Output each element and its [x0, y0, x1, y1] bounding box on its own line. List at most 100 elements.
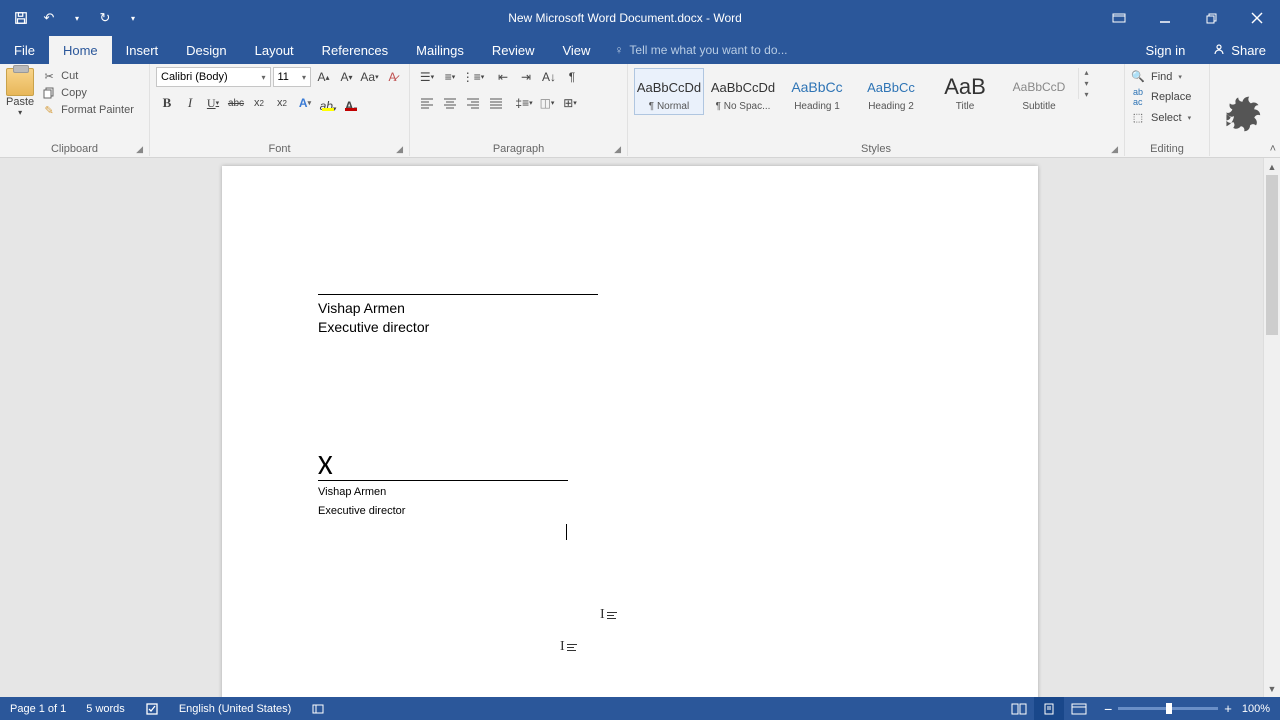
highlight-button[interactable]: ab▾ — [317, 92, 339, 114]
paste-button[interactable]: Paste▾ — [6, 68, 34, 117]
copy-button[interactable]: Copy — [42, 86, 134, 100]
style-normal[interactable]: AaBbCcDd¶ Normal — [634, 68, 704, 115]
styles-dialog-launcher[interactable]: ◢ — [1111, 144, 1118, 155]
strikethrough-button[interactable]: abc — [225, 92, 247, 114]
font-size-combo[interactable]: 11▾ — [273, 67, 312, 87]
tell-me-search[interactable]: ♀ Tell me what you want to do... — [604, 36, 1131, 64]
tab-layout[interactable]: Layout — [241, 36, 308, 64]
redo-icon[interactable]: ↻ — [94, 7, 116, 29]
tab-home[interactable]: Home — [49, 36, 112, 64]
undo-dropdown-icon[interactable]: ▾ — [66, 7, 88, 29]
format-painter-button[interactable]: ✎Format Painter — [42, 103, 134, 117]
select-button[interactable]: ⬚Select▾ — [1131, 111, 1191, 124]
cut-label: Cut — [61, 70, 78, 82]
ribbon-display-icon[interactable] — [1096, 0, 1142, 36]
save-icon[interactable] — [10, 7, 32, 29]
status-macro[interactable] — [301, 702, 335, 716]
close-button[interactable] — [1234, 0, 1280, 36]
tab-mailings[interactable]: Mailings — [402, 36, 478, 64]
paragraph-dialog-launcher[interactable]: ◢ — [614, 144, 621, 155]
justify-button[interactable] — [485, 92, 507, 114]
sig1-name: Vishap Armen — [318, 299, 942, 318]
style-heading1[interactable]: AaBbCcHeading 1 — [782, 68, 852, 115]
view-web-layout[interactable] — [1064, 697, 1094, 720]
shrink-font-button[interactable]: A▾ — [336, 66, 357, 88]
increase-indent-button[interactable]: ⇥ — [515, 66, 537, 88]
font-size-value: 11 — [278, 71, 289, 83]
select-label: Select — [1151, 112, 1182, 124]
cut-button[interactable]: ✂Cut — [42, 69, 134, 83]
vertical-scrollbar[interactable]: ▲ ▼ — [1263, 158, 1280, 697]
find-label: Find — [1151, 71, 1172, 83]
collapse-ribbon-button[interactable]: ˄ — [1270, 143, 1276, 155]
status-page[interactable]: Page 1 of 1 — [0, 703, 76, 715]
style-title[interactable]: AaBTitle — [930, 68, 1000, 115]
zoom-in-button[interactable]: + — [1224, 701, 1232, 716]
tab-insert[interactable]: Insert — [112, 36, 173, 64]
document-area[interactable]: Vishap Armen Executive director X Vishap… — [0, 158, 1263, 697]
scroll-down-button[interactable]: ▼ — [1264, 680, 1280, 697]
share-button[interactable]: Share — [1199, 43, 1280, 58]
status-language[interactable]: English (United States) — [169, 703, 302, 715]
style-heading2[interactable]: AaBbCcHeading 2 — [856, 68, 926, 115]
align-left-button[interactable] — [416, 92, 438, 114]
show-marks-button[interactable]: ¶ — [561, 66, 583, 88]
signature-block-1: Vishap Armen Executive director — [318, 294, 942, 337]
zoom-controls: − + 100% — [1094, 701, 1280, 717]
line-spacing-button[interactable]: ‡≡▾ — [513, 92, 535, 114]
change-case-button[interactable]: Aa▾ — [359, 66, 380, 88]
numbering-button[interactable]: ≡▾ — [439, 66, 461, 88]
maximize-button[interactable] — [1188, 0, 1234, 36]
sign-in-button[interactable]: Sign in — [1132, 43, 1200, 58]
qat-customize-icon[interactable]: ▾ — [122, 7, 144, 29]
tab-file[interactable]: File — [0, 36, 49, 64]
view-read-mode[interactable] — [1004, 697, 1034, 720]
align-center-button[interactable] — [439, 92, 461, 114]
find-button[interactable]: 🔍Find▾ — [1131, 70, 1182, 83]
scroll-up-button[interactable]: ▲ — [1264, 158, 1280, 175]
minimize-button[interactable] — [1142, 0, 1188, 36]
decrease-indent-button[interactable]: ⇤ — [492, 66, 514, 88]
zoom-slider[interactable] — [1118, 707, 1218, 710]
tab-view[interactable]: View — [548, 36, 604, 64]
zoom-out-button[interactable]: − — [1104, 701, 1112, 717]
clear-formatting-button[interactable]: A̷ — [382, 66, 403, 88]
undo-icon[interactable]: ↶ — [38, 7, 60, 29]
view-print-layout[interactable] — [1034, 697, 1064, 720]
underline-button[interactable]: U▾ — [202, 92, 224, 114]
styles-gallery-more[interactable]: ▴▾▾ — [1078, 68, 1094, 99]
signature-block-2[interactable]: X Vishap Armen Executive director — [318, 447, 568, 519]
font-dialog-launcher[interactable]: ◢ — [396, 144, 403, 155]
status-words[interactable]: 5 words — [76, 703, 135, 715]
replace-button[interactable]: abacReplace — [1131, 87, 1191, 107]
tab-review[interactable]: Review — [478, 36, 549, 64]
text-cursor — [566, 524, 567, 540]
window-controls — [1096, 0, 1280, 36]
font-name-combo[interactable]: Calibri (Body)▾ — [156, 67, 271, 87]
bullets-button[interactable]: ☰▾ — [416, 66, 438, 88]
multilevel-list-button[interactable]: ⋮≡▾ — [462, 66, 484, 88]
status-spellcheck[interactable] — [135, 702, 169, 716]
share-label: Share — [1231, 43, 1266, 58]
align-right-button[interactable] — [462, 92, 484, 114]
subscript-button[interactable]: x2 — [248, 92, 270, 114]
borders-button[interactable]: ⊞▾ — [559, 92, 581, 114]
page[interactable]: Vishap Armen Executive director X Vishap… — [222, 166, 1038, 697]
shading-button[interactable]: ◫▾ — [536, 92, 558, 114]
grow-font-button[interactable]: A▴ — [313, 66, 334, 88]
italic-button[interactable]: I — [179, 92, 201, 114]
style-subtitle[interactable]: AaBbCcDSubtitle — [1004, 68, 1074, 115]
copy-label: Copy — [61, 87, 87, 99]
superscript-button[interactable]: x2 — [271, 92, 293, 114]
tab-references[interactable]: References — [308, 36, 402, 64]
text-effects-button[interactable]: A▾ — [294, 92, 316, 114]
style-no-spacing[interactable]: AaBbCcDd¶ No Spac... — [708, 68, 778, 115]
sort-button[interactable]: A↓ — [538, 66, 560, 88]
ribbon: Paste▾ ✂Cut Copy ✎Format Painter Clipboa… — [0, 64, 1280, 158]
scroll-thumb[interactable] — [1266, 175, 1278, 335]
zoom-level[interactable]: 100% — [1242, 703, 1270, 715]
bold-button[interactable]: B — [156, 92, 178, 114]
tab-design[interactable]: Design — [172, 36, 240, 64]
font-color-button[interactable]: A▾ — [340, 92, 362, 114]
clipboard-dialog-launcher[interactable]: ◢ — [136, 144, 143, 155]
